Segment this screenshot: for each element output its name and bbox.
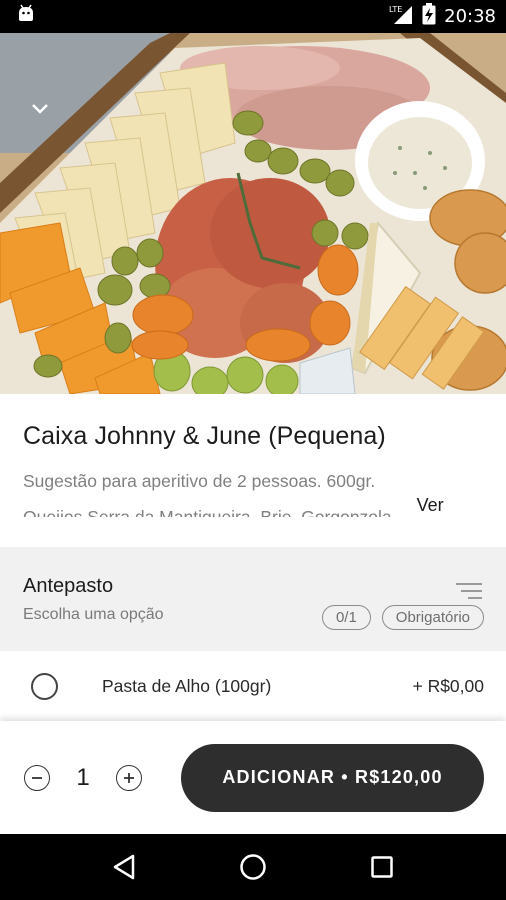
description-line-2: Queijos Serra da Mantiqueira, Brie, Gorg… bbox=[23, 493, 483, 517]
product-title: Caixa Johnny & June (Pequena) bbox=[23, 422, 386, 450]
required-badge: Obrigatório bbox=[381, 605, 484, 630]
product-info: Caixa Johnny & June (Pequena) Sugestão p… bbox=[0, 394, 506, 547]
option-group-header: Antepasto Escolha uma opção 0/1 Obrigató… bbox=[0, 547, 506, 651]
nav-home-button[interactable] bbox=[233, 847, 273, 887]
recents-square-icon bbox=[370, 856, 393, 878]
add-to-cart-button[interactable]: ADICIONAR • R$120,00 bbox=[181, 743, 484, 812]
filter-lines-icon bbox=[456, 582, 482, 605]
product-description: Sugestão para aperitivo de 2 pessoas. 60… bbox=[23, 469, 483, 517]
battery-charging-icon bbox=[422, 3, 436, 30]
increase-quantity-button[interactable] bbox=[116, 764, 142, 791]
network-type: LTE bbox=[389, 5, 402, 14]
see-more-link[interactable]: Ver mais bbox=[417, 493, 483, 517]
nav-recents-button[interactable] bbox=[362, 847, 402, 887]
charcuterie-board-illustration bbox=[0, 33, 506, 394]
collapse-button[interactable] bbox=[22, 91, 58, 127]
option-group-badges: 0/1 Obrigatório bbox=[321, 605, 484, 630]
minus-icon bbox=[32, 776, 42, 779]
status-bar: LTE 20:38 bbox=[0, 0, 506, 33]
option-radio[interactable] bbox=[31, 672, 58, 700]
option-label: Pasta de Alho (100gr) bbox=[102, 675, 272, 696]
system-nav-bar bbox=[0, 834, 506, 900]
home-circle-icon bbox=[240, 854, 266, 880]
description-line-2-text: Queijos Serra da Mantiqueira, Brie, Gorg… bbox=[23, 507, 392, 517]
lte-signal-icon: LTE bbox=[388, 3, 414, 30]
ellipsis: ... bbox=[396, 507, 411, 517]
option-item[interactable]: Pasta de Alho (100gr) + R$0,00 bbox=[0, 651, 506, 721]
plus-icon bbox=[124, 772, 134, 783]
status-time: 20:38 bbox=[444, 6, 496, 27]
decrease-quantity-button[interactable] bbox=[24, 764, 50, 791]
status-right: LTE 20:38 bbox=[388, 3, 496, 30]
option-group-title: Antepasto bbox=[23, 575, 114, 597]
option-price: + R$0,00 bbox=[412, 675, 484, 696]
android-debug-icon bbox=[16, 4, 36, 29]
back-triangle-icon bbox=[114, 854, 135, 880]
description-line-1: Sugestão para aperitivo de 2 pessoas. 60… bbox=[23, 471, 376, 491]
nav-back-button[interactable] bbox=[104, 847, 144, 887]
add-to-cart-bar: 1 ADICIONAR • R$120,00 bbox=[0, 721, 506, 834]
quantity-value: 1 bbox=[76, 763, 90, 791]
product-image bbox=[0, 33, 506, 394]
status-left bbox=[16, 4, 36, 29]
chevron-down-icon bbox=[32, 104, 48, 114]
selection-count-badge: 0/1 bbox=[321, 605, 371, 630]
